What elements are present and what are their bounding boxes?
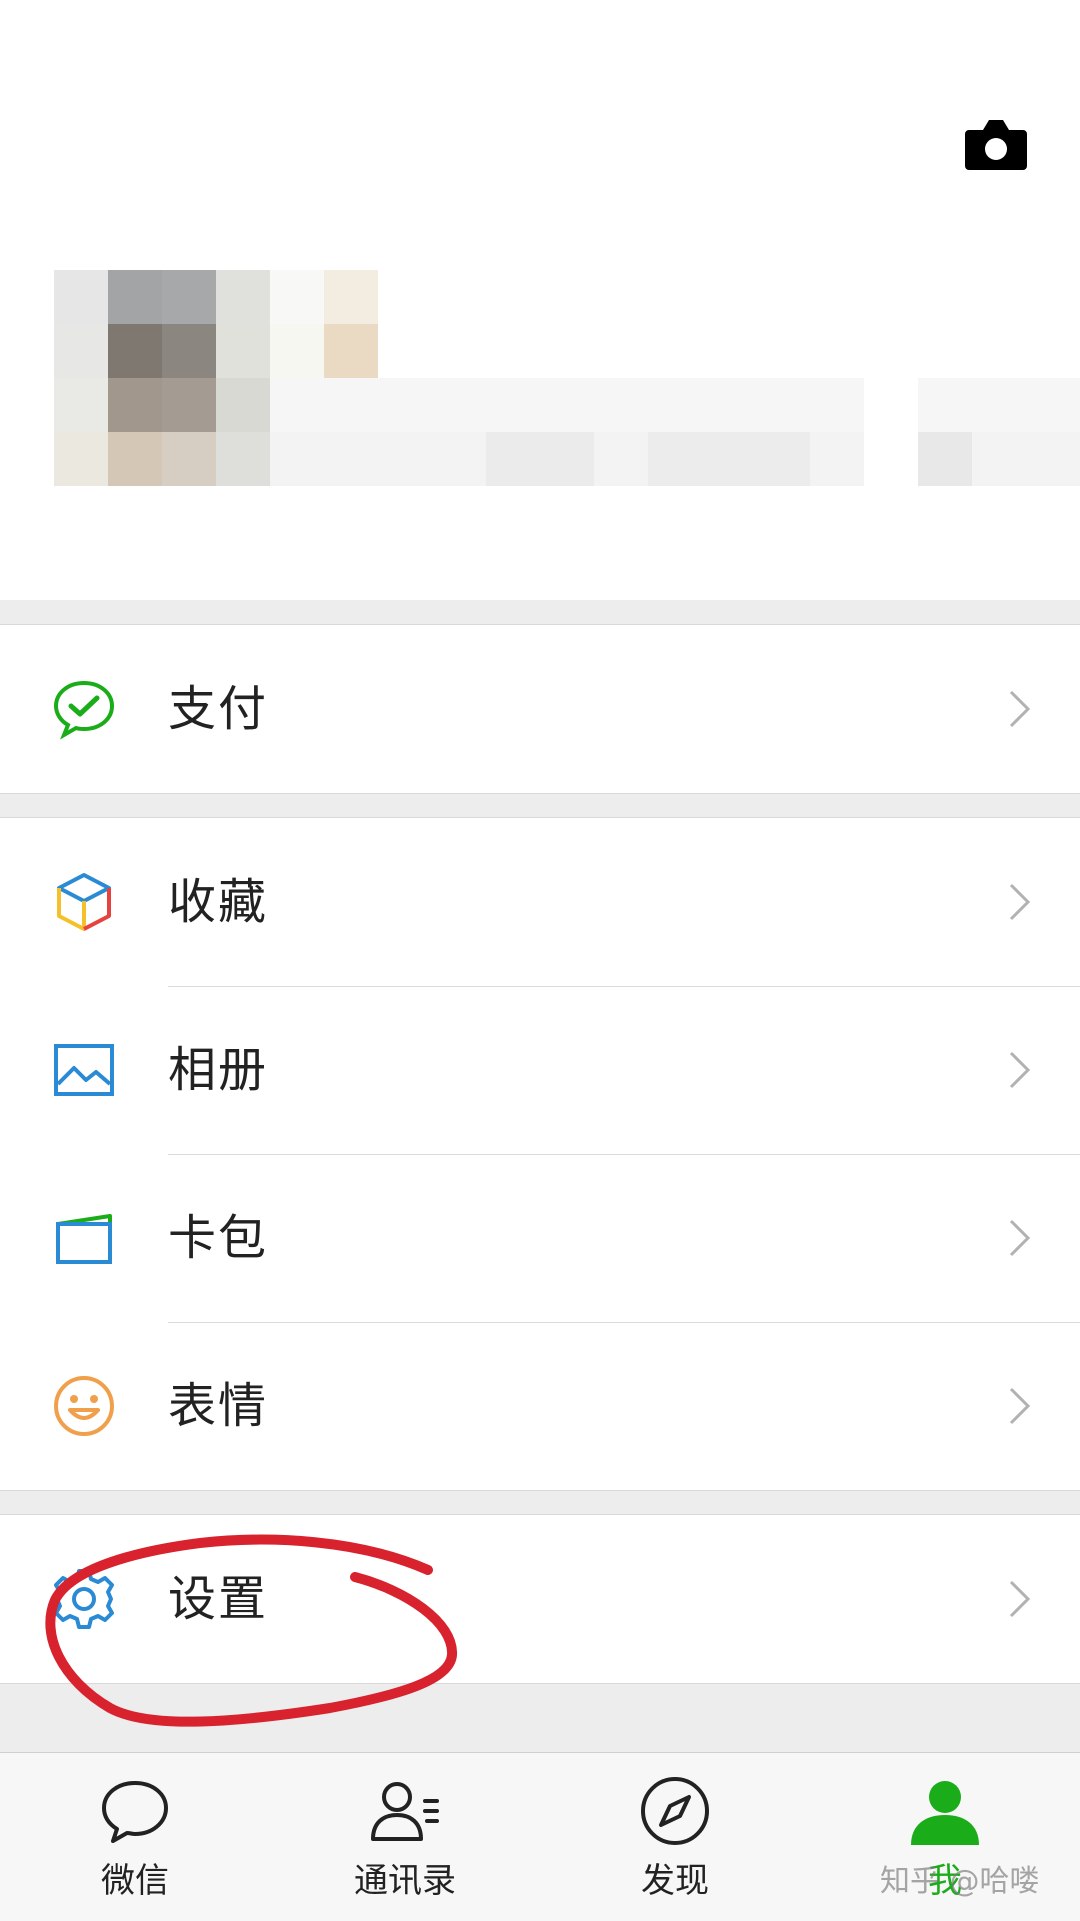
- menu-label-album: 相册: [168, 1042, 269, 1098]
- profile-header[interactable]: [0, 0, 1080, 600]
- contacts-icon: [371, 1782, 439, 1841]
- menu-group-pay: 支付: [0, 624, 1080, 794]
- chevron-right-icon: [1009, 1219, 1031, 1257]
- tab-chats[interactable]: 微信: [0, 1753, 270, 1921]
- menu-label-stickers: 表情: [168, 1378, 269, 1434]
- tab-label: 通讯录: [354, 1861, 456, 1901]
- menu-item-stickers[interactable]: 表情: [0, 1322, 1080, 1490]
- chevron-right-icon: [1009, 1580, 1031, 1618]
- favorites-cube-icon: [57, 873, 111, 931]
- menu-label-settings: 设置: [168, 1571, 269, 1627]
- menu-label-favorites: 收藏: [168, 874, 269, 930]
- profile-name-blurred: [270, 378, 1080, 486]
- smiley-icon: [54, 1376, 114, 1436]
- menu-item-pay[interactable]: 支付: [0, 625, 1080, 793]
- tab-contacts[interactable]: 通讯录: [270, 1753, 540, 1921]
- menu-item-cards[interactable]: 卡包: [0, 1154, 1080, 1322]
- compass-icon: [641, 1777, 709, 1845]
- camera-icon[interactable]: [965, 118, 1027, 170]
- gear-icon: [54, 1569, 114, 1629]
- tab-label: 微信: [101, 1861, 169, 1901]
- tab-label: 发现: [641, 1861, 709, 1901]
- menu-label-cards: 卡包: [168, 1210, 269, 1266]
- album-image-icon: [54, 1044, 114, 1096]
- card-wallet-icon: [56, 1214, 112, 1264]
- chevron-right-icon: [1009, 883, 1031, 921]
- watermark: 知乎 @哈喽: [880, 1864, 1040, 1899]
- chevron-right-icon: [1009, 1387, 1031, 1425]
- menu-label-pay: 支付: [168, 681, 269, 737]
- person-icon: [911, 1781, 979, 1845]
- wechat-pay-icon: [53, 680, 115, 740]
- menu-item-album[interactable]: 相册: [0, 986, 1080, 1154]
- menu-group-settings: 设置: [0, 1514, 1080, 1684]
- menu-item-favorites[interactable]: 收藏: [0, 818, 1080, 986]
- chevron-right-icon: [1009, 690, 1031, 728]
- tab-discover[interactable]: 发现: [540, 1753, 810, 1921]
- chat-bubble-icon: [102, 1781, 168, 1843]
- menu-item-settings[interactable]: 设置: [0, 1515, 1080, 1683]
- chevron-right-icon: [1009, 1051, 1031, 1089]
- menu-group-main: 收藏 相册 卡包 表情: [0, 817, 1080, 1491]
